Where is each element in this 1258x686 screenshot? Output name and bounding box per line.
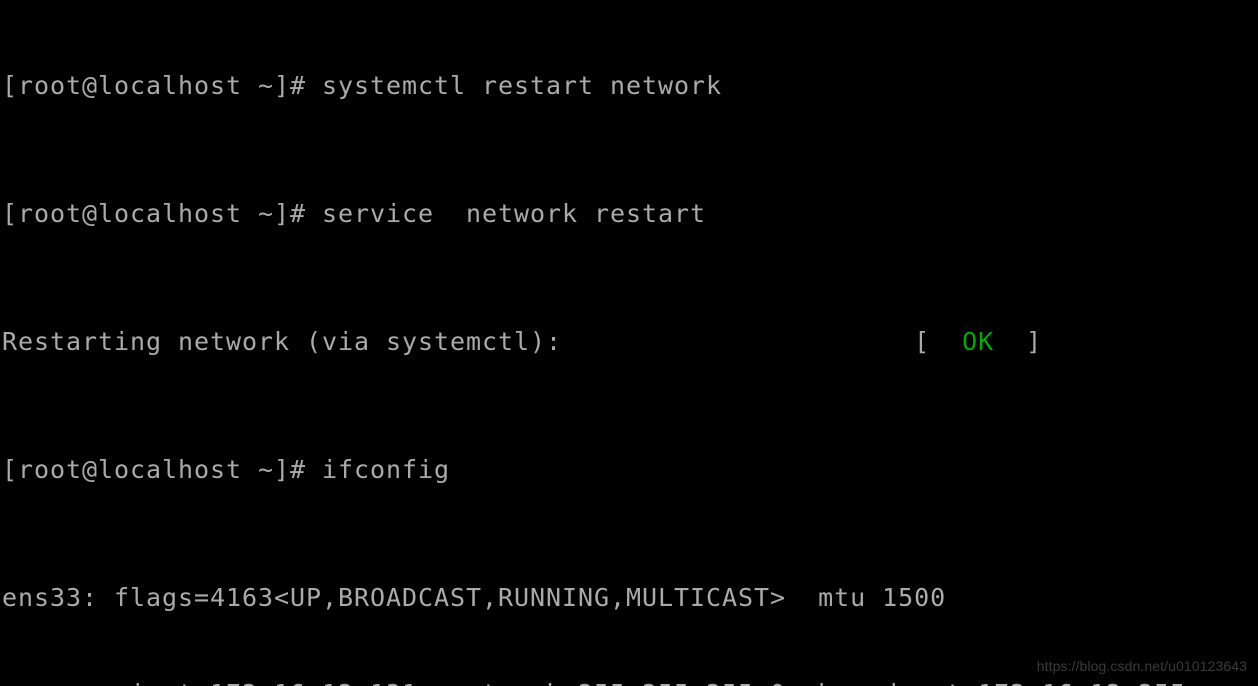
terminal-console[interactable]: [root@localhost ~]# systemctl restart ne… [0,0,1258,686]
terminal-line-ens33-flags: ens33: flags=4163<UP,BROADCAST,RUNNING,M… [2,583,947,612]
terminal-line-cmd-service-network-restart: [root@localhost ~]# service network rest… [2,199,707,228]
terminal-screen: [root@localhost ~]# systemctl restart ne… [2,0,1186,686]
restart-status-prefix: Restarting network (via systemctl): [ [2,327,963,356]
terminal-line-scrollback-partial: [root@localhost ~]# systemctl restart ne… [2,71,723,100]
restart-status-suffix: ] [994,327,1043,356]
terminal-line-cmd-ifconfig: [root@localhost ~]# ifconfig [2,455,451,484]
status-badge-ok: OK [962,327,995,356]
terminal-line-restart-status: Restarting network (via systemctl): [ OK… [2,326,1186,358]
terminal-line-ens33-inet: inet 172.16.12.131 netmask 255.255.255.0… [2,678,1186,686]
blog-watermark: https://blog.csdn.net/u010123643 [1036,658,1247,674]
